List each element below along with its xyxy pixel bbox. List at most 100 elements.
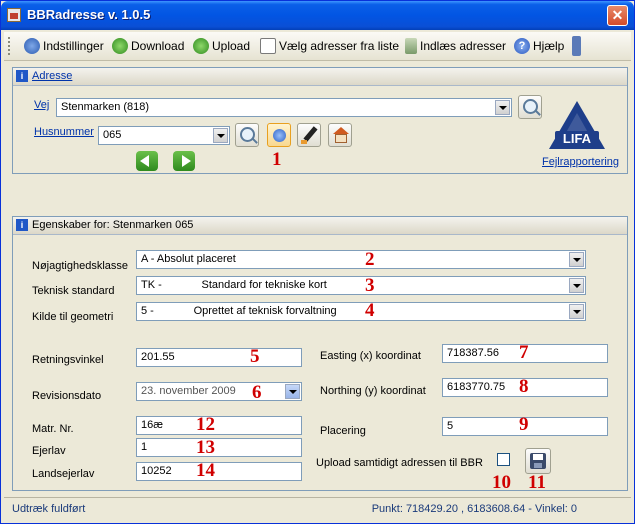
vej-label[interactable]: Vej xyxy=(34,99,49,111)
annotation-5: 5 xyxy=(250,346,260,367)
help-button[interactable]: ? Hjælp xyxy=(514,36,564,56)
lifa-logo: LIFA xyxy=(549,101,605,149)
revision-date-picker[interactable]: 23. november 2009 xyxy=(136,382,302,401)
annotation-1: 1 xyxy=(272,149,282,170)
globe-icon xyxy=(273,129,286,142)
settings-button[interactable]: Indstillinger xyxy=(24,36,104,56)
annotation-11: 11 xyxy=(528,472,546,493)
vej-select[interactable]: Stenmarken (818) xyxy=(56,98,512,117)
floppy-disk-icon xyxy=(530,453,546,469)
save-button[interactable] xyxy=(525,448,551,474)
husnummer-label[interactable]: Husnummer xyxy=(34,126,94,138)
locate-button[interactable] xyxy=(267,123,291,147)
revision-label: Revisionsdato xyxy=(32,390,102,402)
landsejerlav-field[interactable]: 10252 xyxy=(136,462,302,481)
northing-label: Northing (y) koordinat xyxy=(320,385,426,397)
app-house-icon xyxy=(7,8,21,22)
chevron-down-icon[interactable] xyxy=(569,278,584,293)
placering-value: 5 xyxy=(447,420,454,432)
teknisk-select[interactable]: TK - Standard for tekniske kort xyxy=(136,276,586,295)
chevron-down-icon[interactable] xyxy=(213,128,228,143)
annotation-3: 3 xyxy=(365,275,375,296)
properties-panel-header: i Egenskaber for: Stenmarken 065 xyxy=(13,217,627,235)
settings-label: Indstillinger xyxy=(43,39,104,53)
retning-field[interactable]: 201.55 xyxy=(136,348,302,367)
chevron-down-icon[interactable] xyxy=(569,304,584,319)
landsejerlav-value: 10252 xyxy=(141,465,172,477)
help-label: Hjælp xyxy=(533,39,565,53)
annotation-2: 2 xyxy=(365,249,375,270)
address-panel-title[interactable]: Adresse xyxy=(32,70,72,82)
house-body xyxy=(335,134,347,143)
home-button[interactable] xyxy=(328,123,352,147)
kilde-select[interactable]: 5 - Oprettet af teknisk forvaltning xyxy=(136,302,586,321)
info-icon: i xyxy=(16,70,28,82)
toolbar-overflow-button[interactable] xyxy=(572,36,581,56)
teknisk-label: Teknisk standard xyxy=(32,285,115,297)
svg-text:LIFA: LIFA xyxy=(563,131,592,146)
northing-value: 6183770.75 xyxy=(447,381,506,393)
annotation-4: 4 xyxy=(365,300,375,321)
properties-panel-title: Egenskaber for: Stenmarken 065 xyxy=(32,219,194,231)
previous-button[interactable] xyxy=(136,151,158,171)
retning-value: 201.55 xyxy=(141,351,175,363)
annotation-7: 7 xyxy=(519,342,529,363)
chevron-down-icon[interactable] xyxy=(495,100,510,115)
annotation-13: 13 xyxy=(196,437,215,458)
ejerlav-field[interactable]: 1 xyxy=(136,438,302,457)
close-button[interactable]: ✕ xyxy=(607,5,628,26)
magnifier-icon xyxy=(523,99,538,114)
easting-value: 718387.56 xyxy=(447,347,499,359)
choose-list-button[interactable]: Vælg adresser fra liste xyxy=(260,36,399,56)
window-title: BBRadresse v. 1.0.5 xyxy=(27,7,151,22)
kilde-label: Kilde til geometri xyxy=(32,311,114,323)
matr-field[interactable]: 16æ xyxy=(136,416,302,435)
upload-bbr-label: Upload samtidigt adressen til BBR xyxy=(316,457,483,469)
status-bar: Udtræk fuldført Punkt: 718429.20 , 61836… xyxy=(4,497,631,520)
landsejerlav-label: Landsejerlav xyxy=(32,468,95,480)
annotation-10: 10 xyxy=(492,472,511,493)
next-button[interactable] xyxy=(173,151,195,171)
annotation-8: 8 xyxy=(519,376,529,397)
kilde-value: 5 - Oprettet af teknisk forvaltning xyxy=(141,305,337,317)
matr-value: 16æ xyxy=(141,419,164,431)
toolbar-grip[interactable] xyxy=(8,37,13,55)
husnummer-select[interactable]: 065 xyxy=(98,126,230,145)
pencil-tip xyxy=(301,140,307,144)
husnummer-value: 065 xyxy=(103,129,122,141)
chevron-down-icon[interactable] xyxy=(569,252,584,267)
husnummer-search-button[interactable] xyxy=(235,123,259,147)
vej-value: Stenmarken (818) xyxy=(61,101,150,113)
download-button[interactable]: Download xyxy=(112,36,184,56)
vej-search-button[interactable] xyxy=(518,95,542,119)
noejagtighed-select[interactable]: A - Absolut placeret xyxy=(136,250,586,269)
upload-label: Upload xyxy=(212,39,251,53)
import-button[interactable]: Indlæs adresser xyxy=(405,36,506,56)
download-label: Download xyxy=(131,39,185,53)
upload-bbr-checkbox[interactable] xyxy=(497,453,510,466)
address-panel: i Adresse xyxy=(12,67,628,174)
title-bar[interactable]: BBRadresse v. 1.0.5 ✕ xyxy=(1,1,634,30)
fejlrapportering-link[interactable]: Fejlrapportering xyxy=(542,156,619,168)
revision-value: 23. november 2009 xyxy=(141,385,236,397)
retning-label: Retningsvinkel xyxy=(32,354,104,366)
app-window: BBRadresse v. 1.0.5 ✕ Indstillinger Down… xyxy=(0,0,635,524)
annotation-6: 6 xyxy=(252,382,262,403)
chevron-down-icon[interactable] xyxy=(285,384,300,399)
database-icon xyxy=(405,38,417,54)
upload-icon xyxy=(193,38,209,54)
upload-button[interactable]: Upload xyxy=(193,36,250,56)
noejagtighed-value: A - Absolut placeret xyxy=(141,253,236,265)
easting-label: Easting (x) koordinat xyxy=(320,350,421,362)
status-message: Udtræk fuldført xyxy=(12,503,86,515)
edit-button[interactable] xyxy=(297,123,321,147)
list-icon xyxy=(260,38,276,54)
annotation-14: 14 xyxy=(196,460,215,481)
toolbar: Indstillinger Download Upload Vælg adres… xyxy=(4,32,631,61)
gear-icon xyxy=(24,38,40,54)
house-icon xyxy=(333,127,349,134)
import-label: Indlæs adresser xyxy=(420,39,507,53)
noejagtighed-label: Nøjagtighedsklasse xyxy=(32,260,128,272)
help-icon: ? xyxy=(514,38,530,54)
address-panel-header: i Adresse xyxy=(13,68,627,86)
